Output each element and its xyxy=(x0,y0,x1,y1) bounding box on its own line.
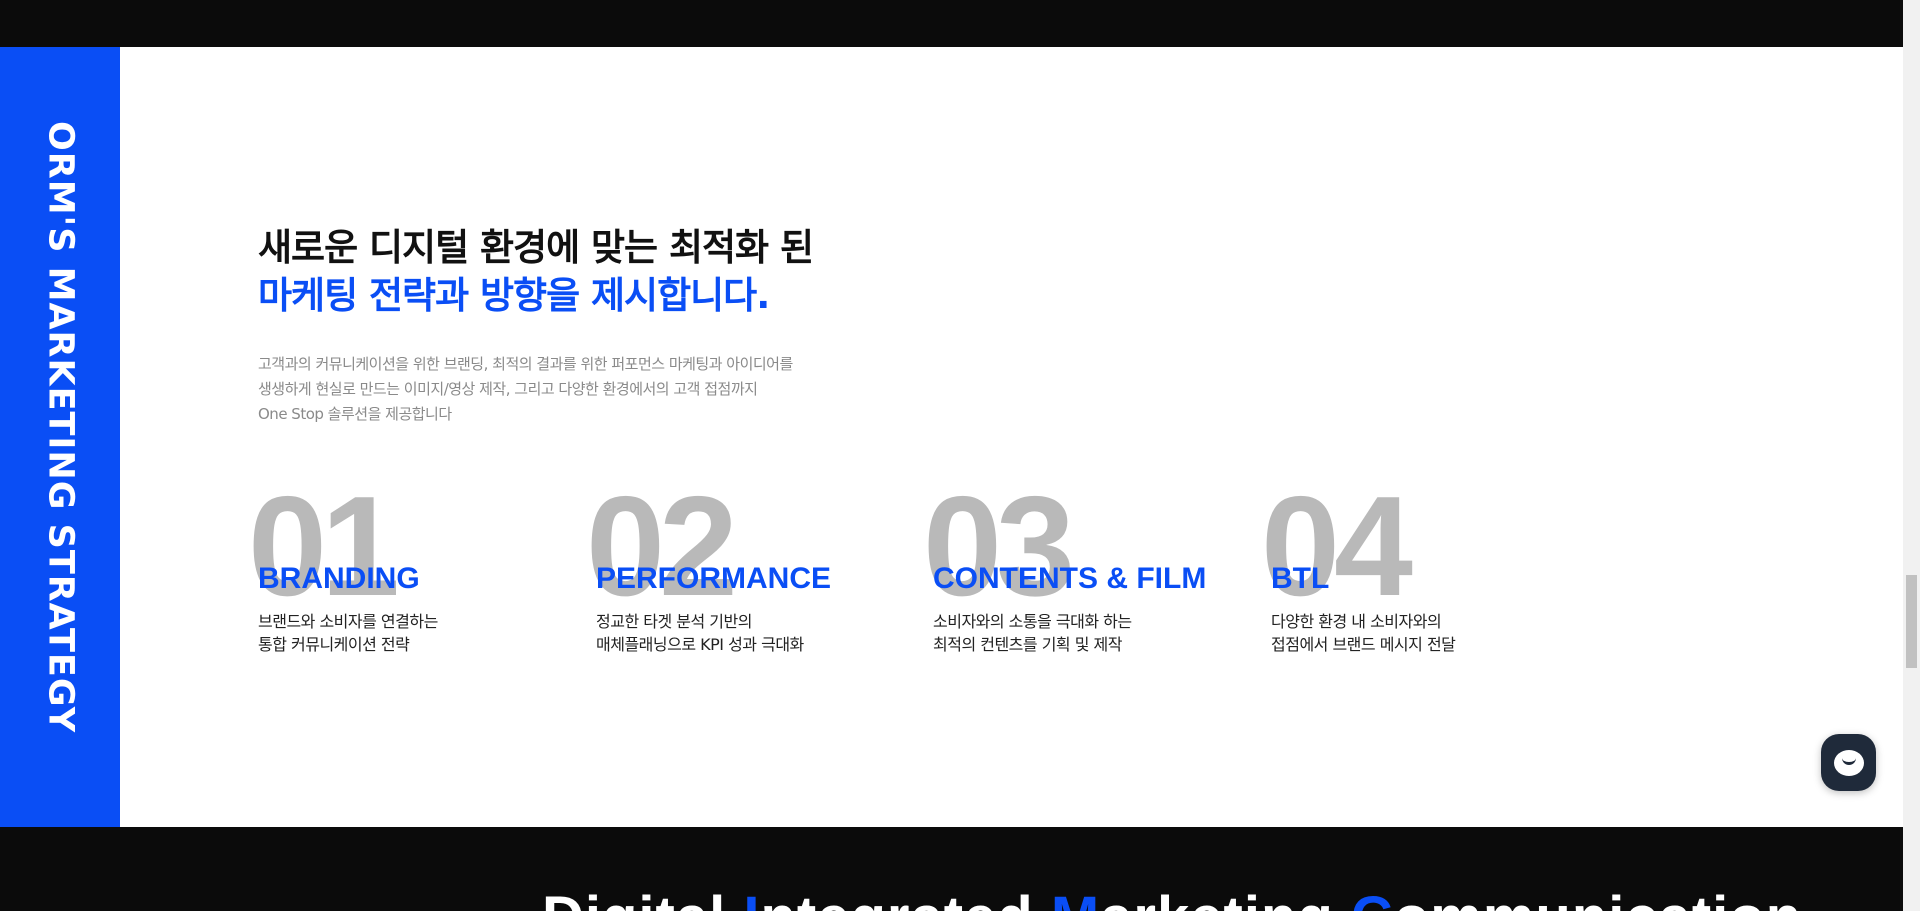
heading-line-1: 새로운 디지털 환경에 맞는 최적화 된 xyxy=(258,226,814,269)
feature-description-line-1: 브랜드와 소비자를 연결하는 xyxy=(258,612,438,631)
chat-bubble-icon xyxy=(1833,749,1864,776)
feature-description: 브랜드와 소비자를 연결하는 통합 커뮤니케이션 전략 xyxy=(258,610,438,656)
feature-title: BRANDING xyxy=(258,562,420,595)
heading-initial-c: C xyxy=(1351,885,1394,911)
scrollbar-thumb[interactable] xyxy=(1906,575,1917,668)
description-line-2: 생생하게 현실로 만드는 이미지/영상 제작, 그리고 다양한 환경에서의 고객… xyxy=(258,380,758,398)
feature-title: CONTENTS & FILM xyxy=(933,562,1207,595)
feature-description-line-2: 매체플래닝으로 KPI 성과 극대화 xyxy=(596,635,804,654)
heading-line-2: 마케팅 전략과 방향을 제시합니다. xyxy=(258,274,770,317)
chat-smile-icon xyxy=(1841,758,1856,765)
heading-word-marketing: arketing xyxy=(1100,885,1351,911)
bottom-section-heading: Digital Integrated Marketing Communicati… xyxy=(542,889,1802,911)
section-heading: 새로운 디지털 환경에 맞는 최적화 된 마케팅 전략과 방향을 제시합니다. xyxy=(258,224,814,320)
feature-number: 03 xyxy=(923,467,1075,626)
feature-contents-film: 03 CONTENTS & FILM 소비자와의 소통을 극대화 하는 최적의 … xyxy=(923,476,1263,656)
heading-word-digital: Digital xyxy=(542,885,743,911)
feature-performance: 02 PERFORMANCE 정교한 타겟 분석 기반의 매체플래닝으로 KPI… xyxy=(586,476,926,656)
side-band: ORM'S MARKETING STRATEGY xyxy=(0,47,120,827)
side-band-label: ORM'S MARKETING STRATEGY xyxy=(40,121,81,734)
feature-number: 02 xyxy=(586,467,738,626)
feature-description: 소비자와의 소통을 극대화 하는 최적의 컨텐츠를 기획 및 제작 xyxy=(933,610,1132,656)
feature-description: 정교한 타겟 분석 기반의 매체플래닝으로 KPI 성과 극대화 xyxy=(596,610,804,656)
feature-description-line-2: 접점에서 브랜드 메시지 전달 xyxy=(1271,635,1456,654)
heading-word-integrated: ntegrated xyxy=(760,885,1050,911)
heading-initial-m: M xyxy=(1051,885,1100,911)
feature-description-line-1: 정교한 타겟 분석 기반의 xyxy=(596,612,752,631)
feature-btl: 04 BTL 다양한 환경 내 소비자와의 접점에서 브랜드 메시지 전달 xyxy=(1261,476,1601,656)
feature-title: PERFORMANCE xyxy=(596,562,832,595)
feature-description-line-1: 다양한 환경 내 소비자와의 xyxy=(1271,612,1442,631)
feature-description-line-2: 최적의 컨텐츠를 기획 및 제작 xyxy=(933,635,1122,654)
feature-title: BTL xyxy=(1271,562,1330,595)
feature-description: 다양한 환경 내 소비자와의 접점에서 브랜드 메시지 전달 xyxy=(1271,610,1456,656)
scrollbar-track[interactable] xyxy=(1903,0,1920,911)
marketing-strategy-section xyxy=(0,47,1903,827)
feature-number: 04 xyxy=(1261,467,1413,626)
heading-initial-i: I xyxy=(743,885,760,911)
feature-description-line-1: 소비자와의 소통을 극대화 하는 xyxy=(933,612,1132,631)
page: ORM'S MARKETING STRATEGY 새로운 디지털 환경에 맞는 … xyxy=(0,0,1920,911)
section-description: 고객과의 커뮤니케이션을 위한 브랜딩, 최적의 결과를 위한 퍼포먼스 마케팅… xyxy=(258,352,793,427)
feature-number: 01 xyxy=(248,467,400,626)
feature-branding: 01 BRANDING 브랜드와 소비자를 연결하는 통합 커뮤니케이션 전략 xyxy=(248,476,588,656)
top-dark-bar xyxy=(0,0,1903,47)
feature-description-line-2: 통합 커뮤니케이션 전략 xyxy=(258,635,410,654)
chat-button[interactable] xyxy=(1821,734,1876,791)
description-line-3: One Stop 솔루션을 제공합니다 xyxy=(258,405,452,423)
description-line-1: 고객과의 커뮤니케이션을 위한 브랜딩, 최적의 결과를 위한 퍼포먼스 마케팅… xyxy=(258,355,793,373)
heading-word-communication: ommunication xyxy=(1394,885,1802,911)
